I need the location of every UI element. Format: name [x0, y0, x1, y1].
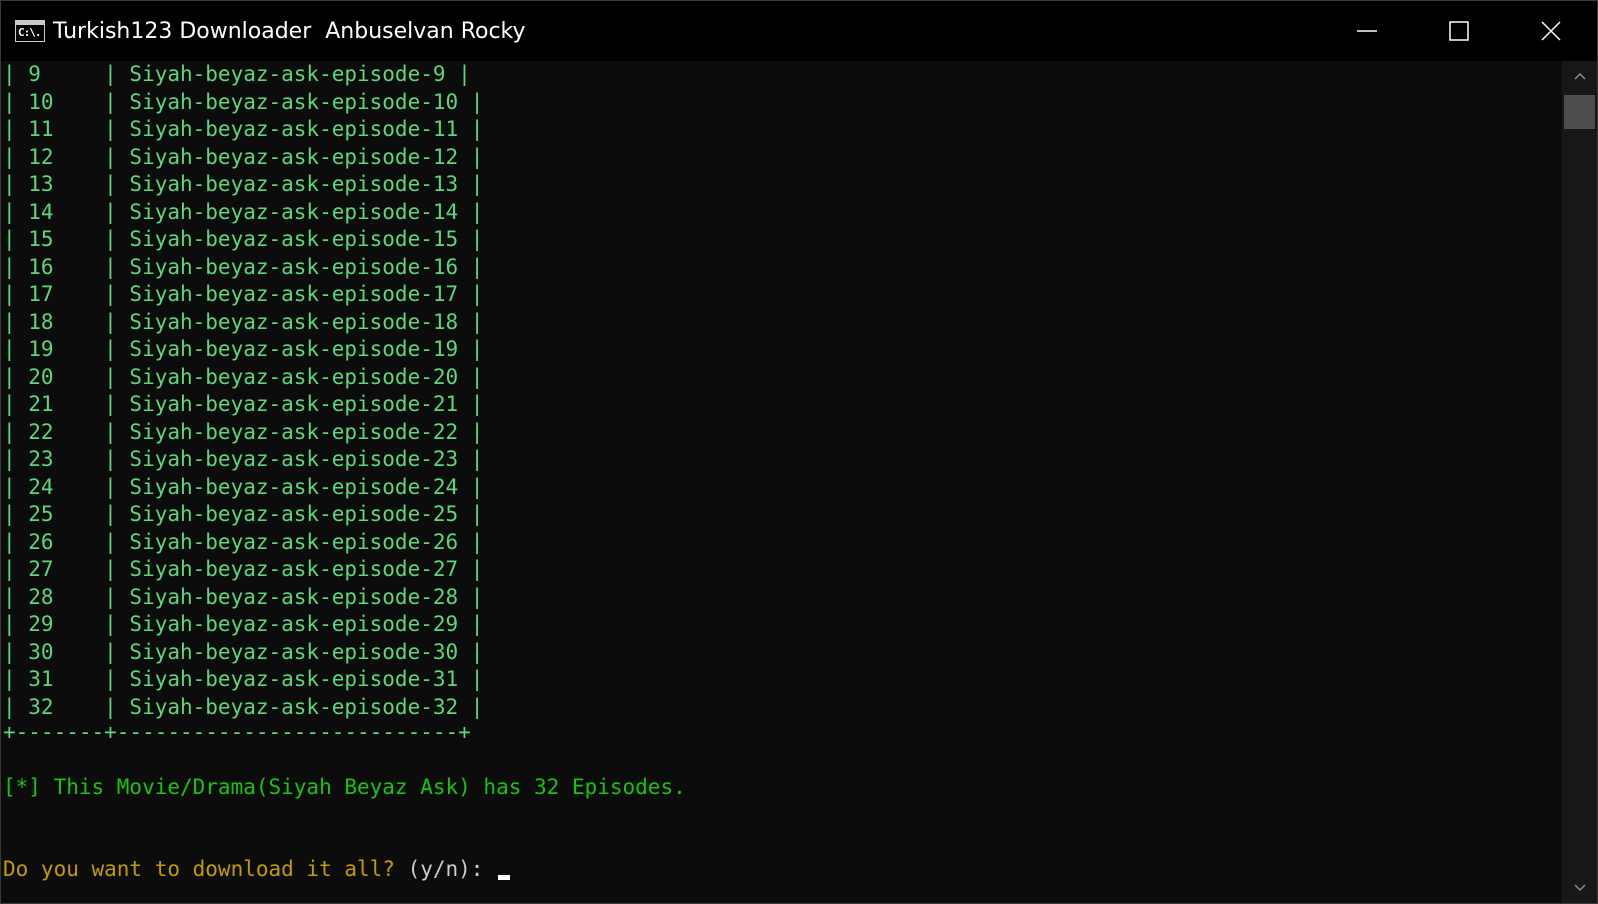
minimize-button[interactable]	[1321, 1, 1413, 61]
scroll-up-button[interactable]	[1562, 61, 1597, 91]
download-prompt[interactable]: Do you want to download it all? (y/n):	[3, 856, 511, 883]
table-row: | 12 | Siyah-beyaz-ask-episode-12 |	[3, 144, 484, 169]
console-window: C:\. Turkish123 Downloader Anbuselvan Ro…	[0, 0, 1598, 904]
window-controls	[1321, 1, 1597, 61]
terminal-output[interactable]: | 9 | Siyah-beyaz-ask-episode-9 | | 10 | …	[1, 61, 1562, 903]
table-row: | 24 | Siyah-beyaz-ask-episode-24 |	[3, 474, 484, 499]
table-row: | 29 | Siyah-beyaz-ask-episode-29 |	[3, 612, 484, 636]
title-bar[interactable]: C:\. Turkish123 Downloader Anbuselvan Ro…	[1, 1, 1597, 61]
table-row: | 13 | Siyah-beyaz-ask-episode-13 |	[3, 172, 484, 196]
scroll-thumb[interactable]	[1564, 95, 1595, 129]
close-icon	[1541, 21, 1561, 41]
prompt-options: (y/n):	[407, 857, 484, 881]
chevron-down-icon	[1573, 884, 1586, 892]
table-row: | 19 | Siyah-beyaz-ask-episode-19 |	[3, 337, 484, 361]
table-row: | 32 | Siyah-beyaz-ask-episode-32 |	[3, 694, 484, 719]
table-row: | 25 | Siyah-beyaz-ask-episode-25 |	[3, 502, 484, 526]
app-icon-bar	[16, 21, 44, 25]
table-row: | 31 | Siyah-beyaz-ask-episode-31 |	[3, 667, 484, 691]
table-row: | 30 | Siyah-beyaz-ask-episode-30 |	[3, 639, 484, 664]
info-message: [*] This Movie/Drama(Siyah Beyaz Ask) ha…	[3, 775, 686, 799]
table-row: | 14 | Siyah-beyaz-ask-episode-14 |	[3, 199, 484, 224]
maximize-icon	[1449, 21, 1469, 41]
table-row: | 20 | Siyah-beyaz-ask-episode-20 |	[3, 364, 484, 389]
table-row: | 15 | Siyah-beyaz-ask-episode-15 |	[3, 227, 484, 251]
vertical-scrollbar[interactable]	[1562, 61, 1597, 903]
table-row: | 27 | Siyah-beyaz-ask-episode-27 |	[3, 557, 484, 581]
table-row: | 16 | Siyah-beyaz-ask-episode-16 |	[3, 254, 484, 279]
table-row: | 22 | Siyah-beyaz-ask-episode-22 |	[3, 419, 484, 444]
scroll-down-button[interactable]	[1562, 873, 1597, 903]
chevron-up-icon	[1573, 72, 1586, 80]
table-row: | 10 | Siyah-beyaz-ask-episode-10 |	[3, 89, 484, 114]
window-title: Turkish123 Downloader Anbuselvan Rocky	[53, 18, 526, 44]
table-row: | 28 | Siyah-beyaz-ask-episode-28 |	[3, 584, 484, 609]
table-row: | 11 | Siyah-beyaz-ask-episode-11 |	[3, 117, 484, 141]
table-row: | 17 | Siyah-beyaz-ask-episode-17 |	[3, 282, 484, 306]
table-row: | 21 | Siyah-beyaz-ask-episode-21 |	[3, 392, 484, 416]
table-row: | 9 | Siyah-beyaz-ask-episode-9 |	[3, 62, 471, 86]
table-row: | 23 | Siyah-beyaz-ask-episode-23 |	[3, 447, 484, 471]
close-button[interactable]	[1505, 1, 1597, 61]
table-border: +-------+---------------------------+	[3, 720, 471, 744]
minimize-icon	[1357, 30, 1377, 32]
app-icon-text: C:\.	[18, 26, 41, 39]
prompt-question: Do you want to download it all?	[3, 857, 408, 881]
table-row: | 18 | Siyah-beyaz-ask-episode-18 |	[3, 309, 484, 334]
table-row: | 26 | Siyah-beyaz-ask-episode-26 |	[3, 529, 484, 554]
text-cursor	[498, 875, 511, 880]
console-app-icon[interactable]: C:\.	[15, 20, 45, 42]
maximize-button[interactable]	[1413, 1, 1505, 61]
